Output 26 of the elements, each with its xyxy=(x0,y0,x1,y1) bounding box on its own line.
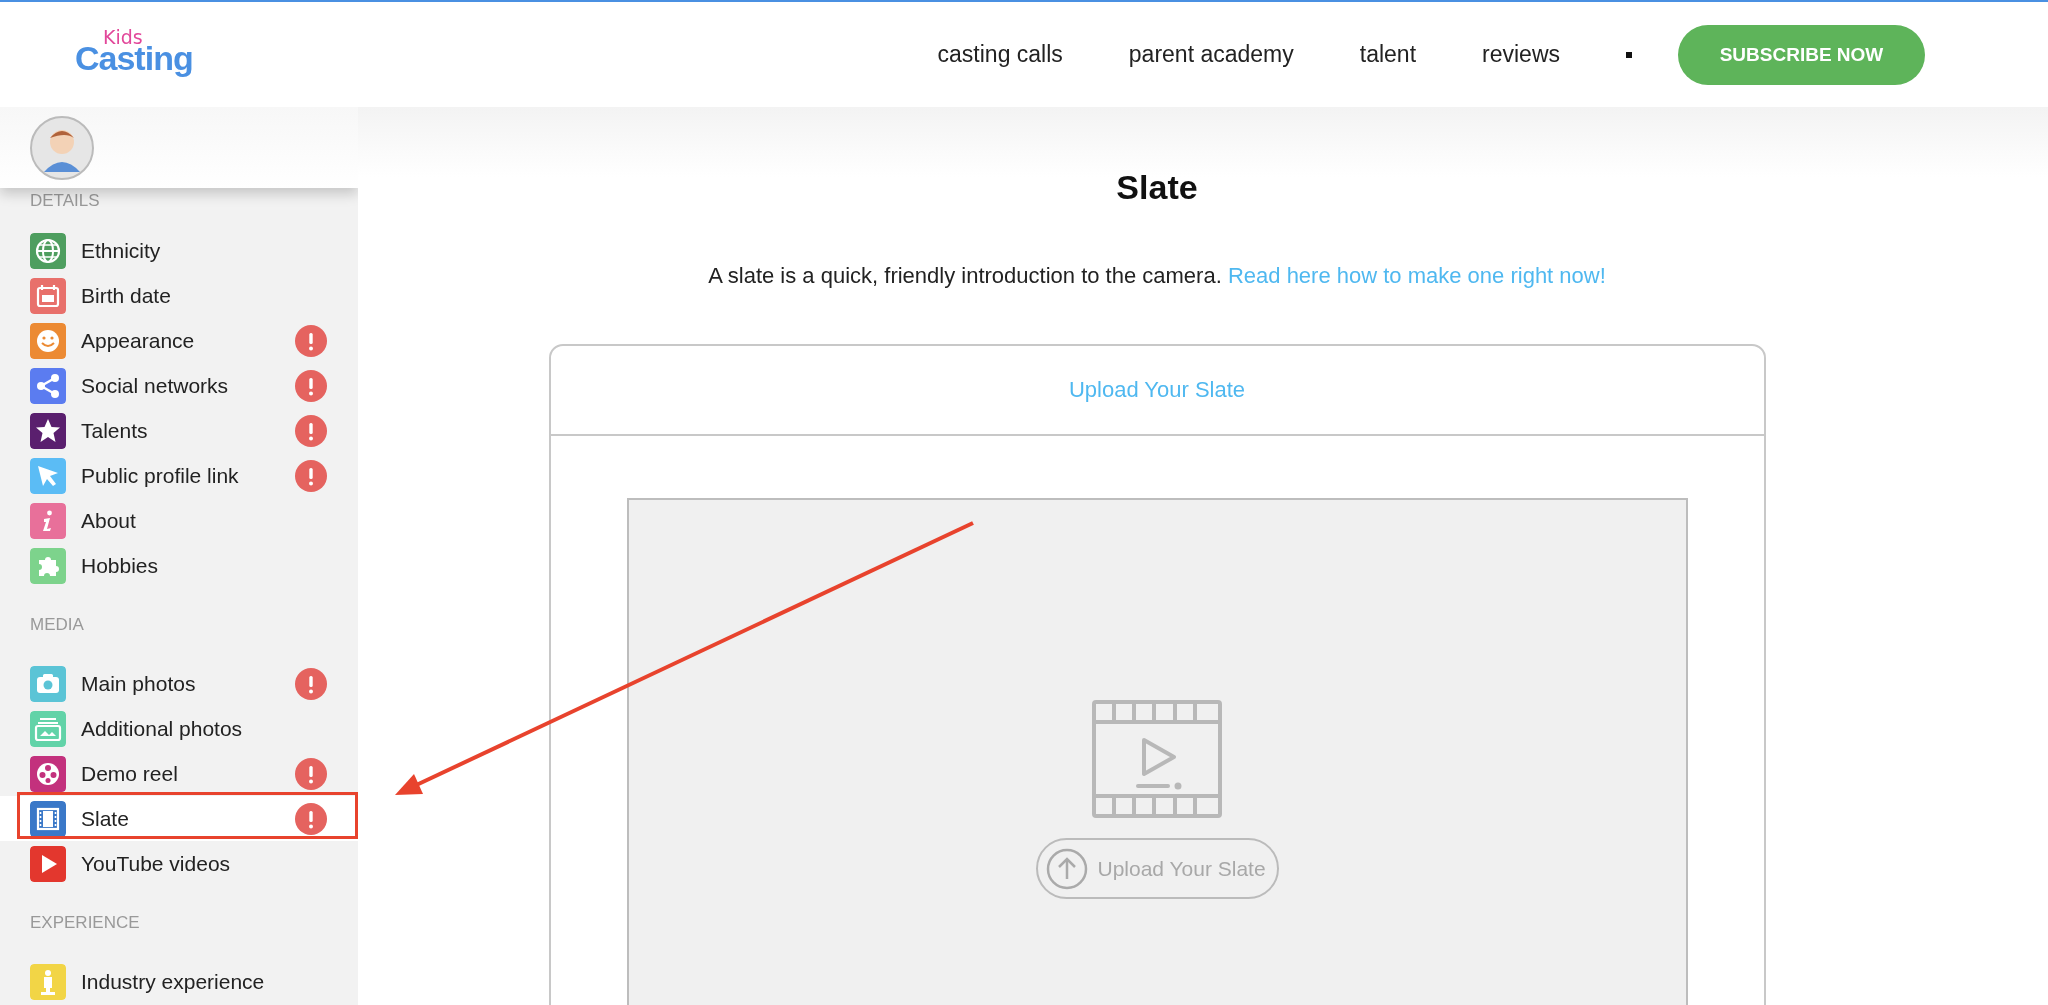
avatar[interactable] xyxy=(30,115,94,180)
video-film-icon xyxy=(1092,700,1222,818)
sidebar-item[interactable]: Appearance xyxy=(0,318,358,363)
sidebar-item[interactable]: Birth date xyxy=(0,273,358,318)
section-heading: MEDIA xyxy=(29,614,85,636)
sidebar-item[interactable]: Additional photos xyxy=(0,706,358,751)
sidebar-item[interactable]: Demo reel xyxy=(0,751,358,796)
sidebar-item[interactable]: Industry experience xyxy=(0,959,358,1004)
sidebar-item[interactable]: Slate xyxy=(0,796,358,841)
logo[interactable]: Kids Casting xyxy=(75,28,193,75)
section-heading: DETAILS xyxy=(29,190,101,212)
sidebar-item[interactable]: Ethnicity xyxy=(0,228,358,273)
sidebar-item[interactable]: Social networks xyxy=(0,363,358,408)
sidebar-item[interactable]: YouTube videos xyxy=(0,841,358,886)
nav-link[interactable]: casting calls xyxy=(937,41,1063,68)
section-heading: EXPERIENCE xyxy=(29,912,141,934)
sidebar-item[interactable]: About xyxy=(0,498,358,543)
nav-link[interactable]: talent xyxy=(1359,41,1417,68)
sidebar-item[interactable]: Hobbies xyxy=(0,543,358,588)
sidebar-item[interactable]: Public profile link xyxy=(0,453,358,498)
sidebar-item[interactable]: Talents xyxy=(0,408,358,453)
nav-link[interactable]: reviews xyxy=(1482,41,1560,68)
page-title: Slate xyxy=(1116,167,1198,207)
description: A slate is a quick, friendly introduction to the camera. Read here how to make one right now! xyxy=(708,263,1606,289)
nav-link[interactable]: parent academy xyxy=(1128,41,1294,68)
sidebar-item[interactable]: Main photos xyxy=(0,661,358,706)
